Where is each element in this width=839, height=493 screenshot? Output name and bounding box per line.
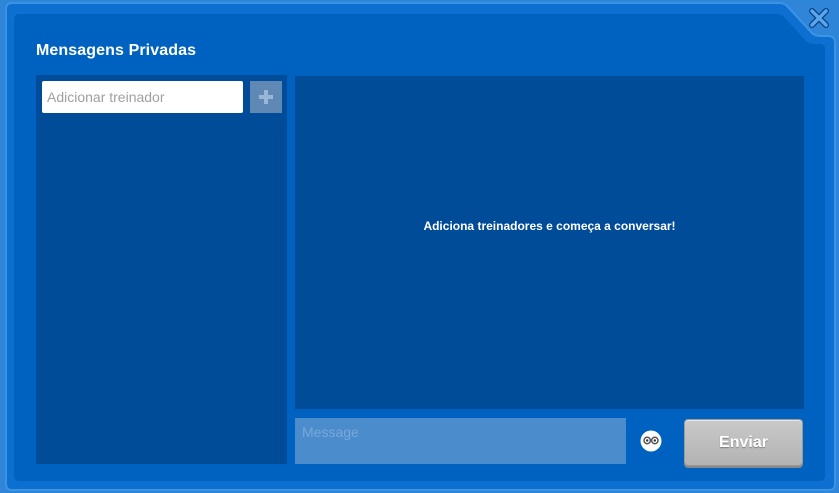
add-trainer-input[interactable] <box>42 81 243 113</box>
conversation-area: Adiciona treinadores e começa a conversa… <box>295 76 804 409</box>
contacts-panel <box>36 75 287 464</box>
close-icon[interactable] <box>805 4 833 32</box>
send-button[interactable]: Enviar <box>684 419 803 466</box>
emoji-face-icon[interactable] <box>639 429 663 453</box>
empty-conversation-message: Adiciona treinadores e começa a conversa… <box>423 219 676 233</box>
plus-icon <box>259 90 273 104</box>
window-title: Mensagens Privadas <box>36 42 197 59</box>
message-input[interactable] <box>295 418 626 464</box>
add-trainer-button[interactable] <box>250 81 282 113</box>
